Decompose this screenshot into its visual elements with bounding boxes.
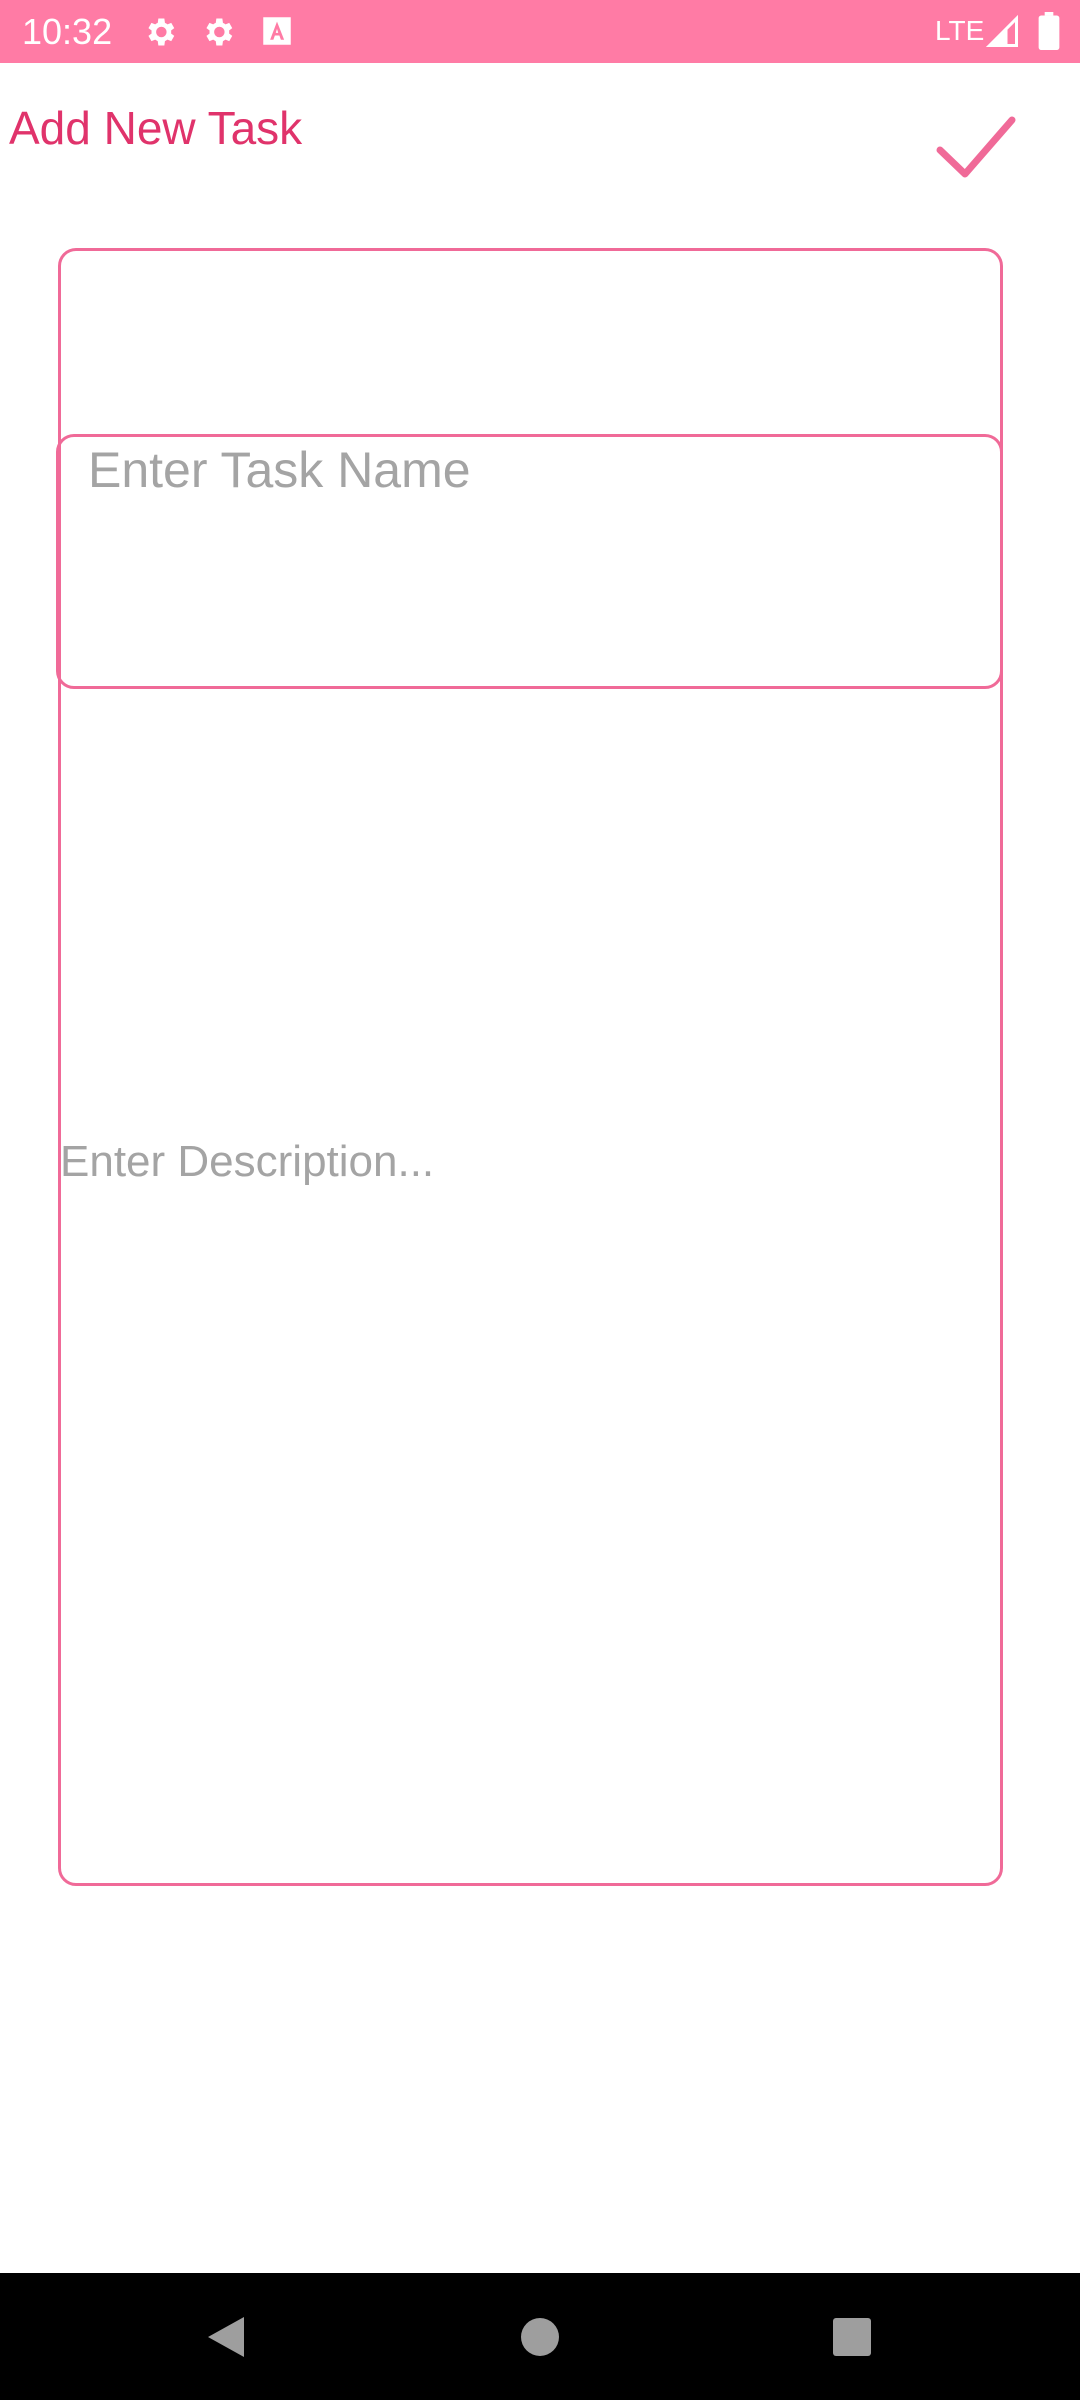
signal-icon bbox=[985, 14, 1018, 47]
battery-icon bbox=[1038, 12, 1060, 50]
page-title: Add New Task bbox=[9, 102, 303, 154]
description-input[interactable]: Enter Description... bbox=[60, 1130, 960, 1200]
network-type: LTE bbox=[935, 15, 985, 46]
check-icon[interactable] bbox=[930, 108, 1020, 188]
navigation-bar bbox=[0, 2273, 1080, 2400]
home-icon[interactable] bbox=[514, 2311, 566, 2363]
status-bar: 10:32 LTE bbox=[0, 0, 1080, 63]
gear-icon bbox=[148, 18, 175, 46]
description-placeholder: Enter Description... bbox=[60, 1137, 435, 1186]
a-box-icon bbox=[263, 17, 291, 45]
gear-icon bbox=[206, 18, 233, 46]
recents-icon[interactable] bbox=[826, 2311, 878, 2363]
task-name-placeholder: Enter Task Name bbox=[88, 442, 471, 498]
status-time: 10:32 bbox=[22, 11, 113, 52]
back-icon[interactable] bbox=[200, 2311, 252, 2363]
